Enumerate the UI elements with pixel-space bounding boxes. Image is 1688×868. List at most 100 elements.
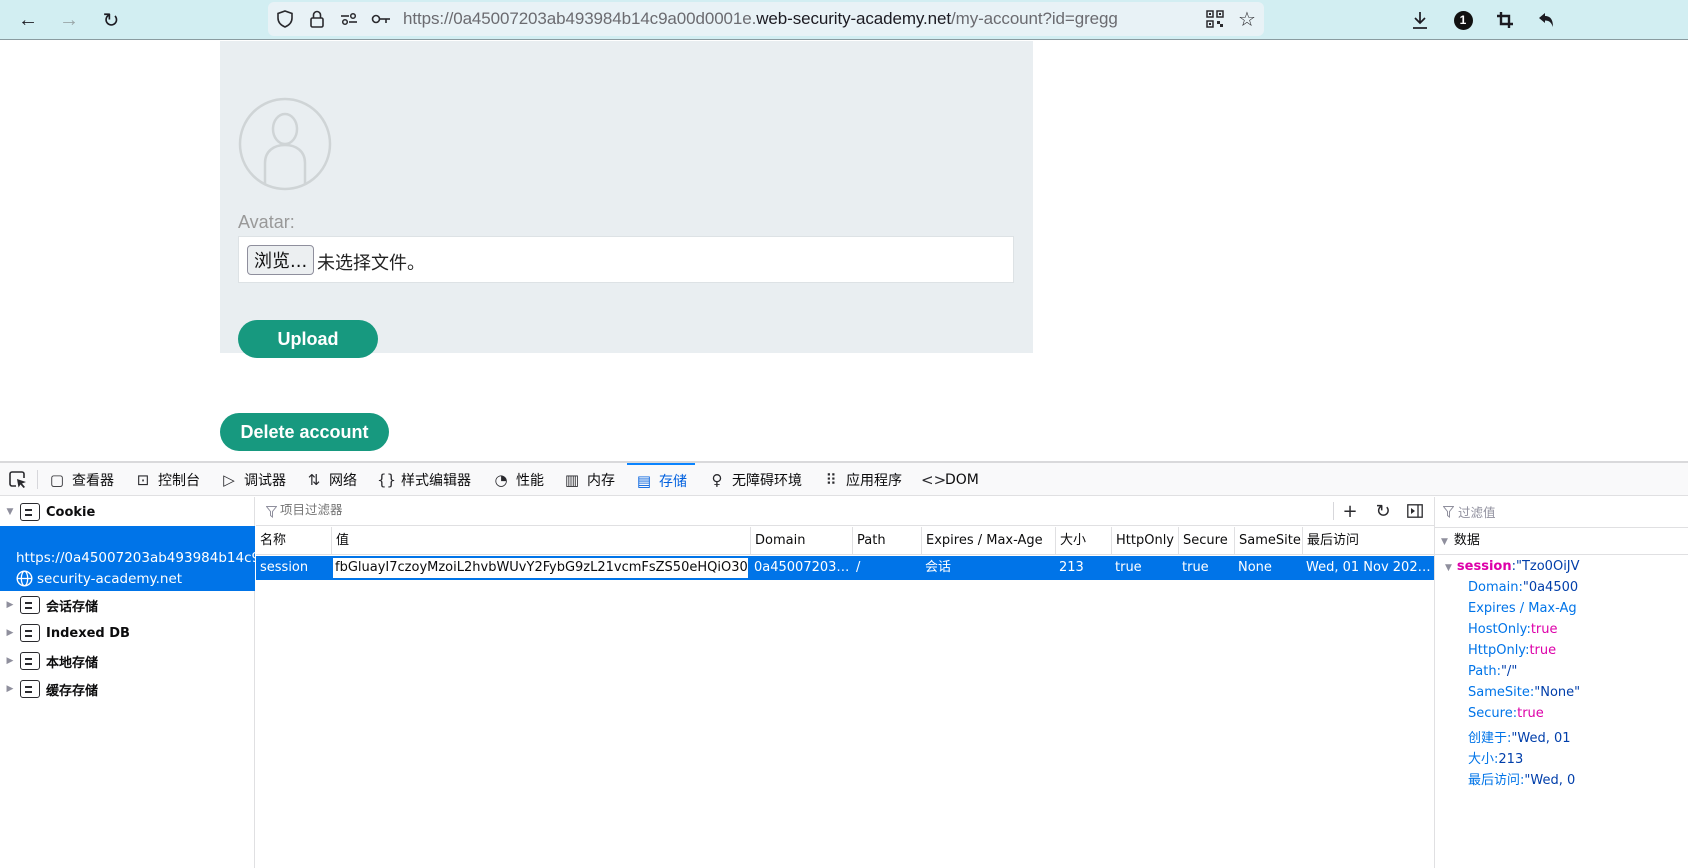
tab-application[interactable]: ⠿ 应用程序 [822,463,903,496]
shield-icon[interactable] [274,8,296,30]
column-header-secure[interactable]: Secure [1178,527,1234,555]
braces-icon: {} [377,470,397,489]
tab-console[interactable]: ⊡ 控制台 [134,463,200,496]
tree-item-cache-storage[interactable]: ▶ 缓存存储 [0,675,255,703]
back-button[interactable]: ← [14,6,42,34]
cell-name[interactable]: session [256,556,331,580]
tab-performance[interactable]: ◔ 性能 [492,463,544,496]
plus-icon: + [1342,500,1358,522]
cell-secure[interactable]: true [1178,556,1234,580]
delete-account-button[interactable]: Delete account [220,413,389,451]
tab-network[interactable]: ⇅ 网络 [305,463,357,496]
upload-button[interactable]: Upload [238,320,378,358]
url-prefix: https://0a45007203ab493984b14c9a00d0001e… [403,9,757,28]
data-value: "/" [1500,664,1518,679]
tree-item-cookie-host[interactable]: https://0a45007203ab493984b14c9a00d0001e… [0,526,255,591]
data-field[interactable]: HostOnly:true [1468,622,1558,637]
data-field[interactable]: HttpOnly:true [1468,643,1556,658]
column-header-value[interactable]: 值 [331,527,750,555]
collapsed-triangle-icon[interactable]: ▶ [0,600,20,610]
collapsed-triangle-icon[interactable]: ▶ [0,656,20,666]
extension-badge-button[interactable]: 1 [1449,6,1477,34]
downloads-button[interactable] [1406,6,1434,34]
tab-dom[interactable]: <> DOM [921,463,979,496]
reload-button[interactable]: ↻ [97,6,125,34]
refresh-button[interactable]: ↻ [1371,500,1395,522]
cell-value-editor[interactable]: fbGluayI7czoyMzoiL2hvbWUvY2FybG9zL21vcmF… [332,557,749,579]
column-header-samesite[interactable]: SameSite [1234,527,1302,555]
collapsed-triangle-icon[interactable]: ▶ [0,684,20,694]
column-header-last-accessed[interactable]: 最后访问 [1302,527,1434,555]
data-field[interactable]: 大小:213 [1468,748,1523,767]
tree-item-indexed-db[interactable]: ▶ Indexed DB [0,619,255,647]
tab-memory[interactable]: ▥ 内存 [563,463,615,496]
tab-label: 控制台 [158,472,200,489]
element-picker-button[interactable] [6,469,30,491]
cell-httponly[interactable]: true [1111,556,1178,580]
url-bar[interactable]: https://0a45007203ab493984b14c9a00d0001e… [268,2,1264,36]
add-item-button[interactable]: + [1338,500,1362,522]
permissions-icon[interactable] [338,8,360,30]
collapsed-triangle-icon[interactable]: ▶ [0,628,20,638]
lock-icon[interactable] [306,8,328,30]
data-key: session [1456,559,1512,574]
cell-size[interactable]: 213 [1055,556,1111,580]
data-key: HttpOnly [1468,643,1526,658]
bookmark-star-icon[interactable]: ☆ [1236,8,1258,31]
key-icon[interactable] [370,8,392,30]
cell-expires[interactable]: 会话 [921,556,1055,580]
table-row[interactable]: session fbGluayI7czoyMzoiL2hvbWUvY2FybG9… [256,556,1434,580]
column-header-name[interactable]: 名称 [256,527,331,555]
cell-domain[interactable]: 0a45007203a... [750,556,852,580]
tree-label: 缓存存储 [46,683,99,699]
avatar-file-input[interactable]: 浏览... 未选择文件。 [238,236,1014,283]
tab-accessibility[interactable]: ♀ 无障碍环境 [708,463,803,496]
data-field[interactable]: Domain:"0a4500 [1468,580,1578,595]
column-header-expires[interactable]: Expires / Max-Age [921,527,1055,555]
column-header-size[interactable]: 大小 [1055,527,1111,555]
url-text[interactable]: https://0a45007203ab493984b14c9a00d0001e… [403,9,1118,29]
item-filter-input[interactable] [280,502,680,517]
cell-path[interactable]: / [852,556,921,580]
undo-button[interactable] [1532,6,1560,34]
column-header-path[interactable]: Path [852,527,921,555]
tab-inspector[interactable]: ▢ 查看器 [48,463,114,496]
accessibility-icon: ♀ [711,470,723,489]
cell-last-accessed[interactable]: Wed, 01 Nov 2023... [1302,556,1434,580]
forward-arrow-icon: → [59,8,79,31]
data-field[interactable]: 创建于:"Wed, 01 [1468,727,1571,746]
browse-button[interactable]: 浏览... [247,245,315,275]
tree-label: 本地存储 [46,655,99,671]
data-section-header[interactable]: ▼ 数据 [1435,527,1688,555]
data-field[interactable]: Path:"/" [1468,664,1517,679]
column-header-domain[interactable]: Domain [750,527,852,555]
cell-samesite[interactable]: None [1234,556,1302,580]
storage-icon [20,652,40,670]
tab-storage[interactable]: ▤ 存储 [627,463,695,496]
screenshot-button[interactable] [1491,6,1519,34]
refresh-icon: ↻ [1375,500,1391,522]
data-value: true [1530,622,1558,637]
expanded-triangle-icon[interactable]: ▼ [0,507,20,517]
data-field[interactable]: SameSite:"None" [1468,685,1580,700]
qr-code-icon[interactable] [1204,8,1226,30]
download-icon [1413,12,1427,29]
tab-debugger[interactable]: ▷ 调试器 [220,463,286,496]
url-host: web-security-academy.net [756,9,952,28]
sidebar-toggle-icon [1407,504,1423,518]
data-session-entry[interactable]: ▼ session:"Tzo0OiJV [1445,559,1580,574]
data-field[interactable]: Secure:true [1468,706,1544,721]
data-field[interactable]: Expires / Max-Ag [1468,601,1577,616]
inspector-icon: ▢ [49,470,65,489]
column-header-httponly[interactable]: HttpOnly [1111,527,1178,555]
tab-style-editor[interactable]: {} 样式编辑器 [377,463,471,496]
tree-item-session-storage[interactable]: ▶ 会话存储 [0,591,255,619]
tab-label: 调试器 [244,472,286,489]
value-filter-input[interactable]: 过滤值 [1442,502,1496,521]
data-field[interactable]: 最后访问:"Wed, 0 [1468,769,1575,788]
tree-item-local-storage[interactable]: ▶ 本地存储 [0,647,255,675]
storage-icon [20,503,40,521]
tree-item-cookies[interactable]: ▼ Cookie [0,498,255,526]
forward-button[interactable]: → [55,6,83,34]
toggle-sidebar-button[interactable] [1403,500,1427,522]
